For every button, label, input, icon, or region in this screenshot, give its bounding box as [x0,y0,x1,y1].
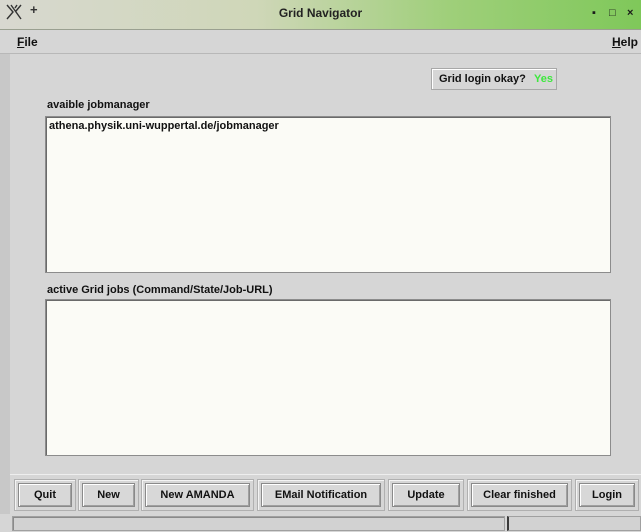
window-title: Grid Navigator [278,6,363,20]
quit-button[interactable]: Quit [18,483,72,507]
new-button[interactable]: New [82,483,135,507]
grid-navigator-window: + Grid Navigator ▪ □ × File Help Grid lo… [0,0,641,532]
login-status-label: Grid login okay? [439,73,526,85]
new-button-frame: New [78,479,139,511]
login-status-value: Yes [534,73,553,85]
login-button[interactable]: Login [579,483,635,507]
menu-help-label: elp [620,35,639,49]
update-button-frame: Update [388,479,464,511]
new-amanda-button-frame: New AMANDA [141,479,254,511]
jobmanager-label: avaible jobmanager [47,99,150,111]
status-bar [0,514,641,532]
status-message [12,516,505,531]
menu-file[interactable]: File [17,35,38,49]
clear-finished-button[interactable]: Clear finished [471,483,568,507]
quit-button-frame: Quit [14,479,76,511]
list-item[interactable]: athena.physik.uni-wuppertal.de/jobmanage… [49,120,279,132]
menu-bar: File Help [0,30,641,54]
email-notification-button[interactable]: EMail Notification [261,483,381,507]
login-button-frame: Login [575,479,639,511]
left-border [0,54,10,532]
login-status-panel: Grid login okay? Yes [431,68,557,90]
close-icon[interactable]: × [627,6,633,20]
email-notification-button-frame: EMail Notification [257,479,385,511]
button-bar: Quit New New AMANDA EMail Notification U… [10,474,641,514]
menu-help[interactable]: Help [612,35,638,49]
active-jobs-label: active Grid jobs (Command/State/Job-URL) [47,284,273,296]
maximize-icon[interactable]: □ [609,6,616,20]
menu-file-label: ile [24,35,38,49]
new-amanda-button[interactable]: New AMANDA [145,483,250,507]
status-info [507,516,641,531]
jobmanager-list[interactable]: athena.physik.uni-wuppertal.de/jobmanage… [45,116,611,273]
title-bar[interactable]: + Grid Navigator ▪ □ × [0,0,641,30]
active-jobs-list[interactable] [45,299,611,456]
clear-finished-button-frame: Clear finished [467,479,572,511]
update-button[interactable]: Update [392,483,460,507]
minimize-icon[interactable]: ▪ [592,6,596,20]
menu-help-accelerator: H [612,35,621,49]
